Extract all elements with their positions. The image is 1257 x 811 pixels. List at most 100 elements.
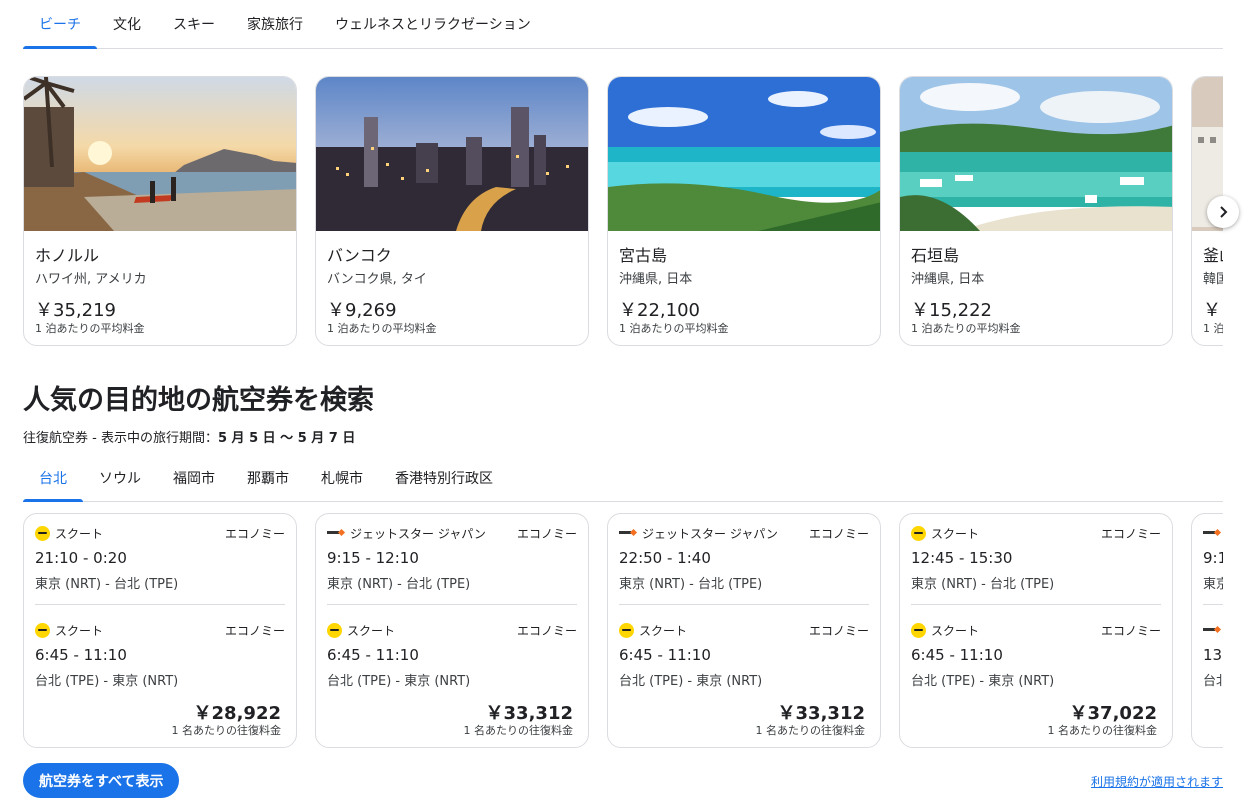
inbound-leg: 13: 台北 xyxy=(1203,622,1223,689)
price-note: 1 泊あたりの平均料金 xyxy=(619,322,729,335)
destination-location: 韓国 xyxy=(1203,272,1223,287)
flight-card[interactable]: スクート エコノミー 21:10 - 0:20 東京 (NRT) - 台北 (TP… xyxy=(23,513,297,748)
jetstar-logo-icon xyxy=(327,528,345,538)
show-all-flights-button[interactable]: 航空券をすべて表示 xyxy=(23,763,180,798)
outbound-leg: スクート エコノミー 12:45 - 15:30 東京 (NRT) - 台北 (T… xyxy=(911,525,1161,592)
tab-naha[interactable]: 那覇市 xyxy=(231,458,305,501)
section-subtitle: 往復航空券 - 表示中の旅行期間：5 月 5 日 〜 5 月 7 日 xyxy=(23,427,355,446)
terms-link[interactable]: 利用規約が適用されます xyxy=(1091,773,1223,790)
tab-taipei[interactable]: 台北 xyxy=(23,458,83,502)
flight-time: 6:45 - 11:10 xyxy=(619,646,711,664)
price-note: 1 泊あたりの平均料金 xyxy=(911,322,1021,335)
destination-location: バンコク県, タイ xyxy=(327,272,427,287)
tab-wellness[interactable]: ウェルネスとリラクゼーション xyxy=(319,0,547,48)
destination-name: バンコク xyxy=(327,246,392,265)
destination-card[interactable]: 宮古島 沖縄県, 日本 ￥22,100 1 泊あたりの平均料金 xyxy=(607,76,881,346)
cabin-class: エコノミー xyxy=(808,623,869,638)
flight-time: 13: xyxy=(1203,646,1223,664)
tab-hong-kong[interactable]: 香港特別行政区 xyxy=(379,458,509,501)
destination-card[interactable]: 石垣島 沖縄県, 日本 ￥15,222 1 泊あたりの平均料金 xyxy=(899,76,1173,346)
airline-name: スクート xyxy=(931,623,980,638)
destination-price: ￥22,100 xyxy=(619,300,700,321)
travel-dates: 5 月 5 日 〜 5 月 7 日 xyxy=(217,431,356,446)
destination-image xyxy=(900,77,1172,231)
scoot-logo-icon xyxy=(327,622,342,638)
destination-card[interactable]: ホノルル ハワイ州, アメリカ ￥35,219 1 泊あたりの平均料金 xyxy=(23,76,297,346)
subtitle-prefix: 往復航空券 - 表示中の旅行期間： xyxy=(23,431,218,446)
flight-time: 21:10 - 0:20 xyxy=(35,549,127,567)
cabin-class: エコノミー xyxy=(808,526,869,541)
flight-time: 9:15 xyxy=(1203,549,1223,567)
tab-seoul[interactable]: ソウル xyxy=(83,458,157,501)
flight-card[interactable]: ジェットスター ジャパン エコノミー 9:15 - 12:10 東京 (NRT) … xyxy=(315,513,589,748)
tab-family-travel[interactable]: 家族旅行 xyxy=(231,0,319,48)
cabin-class: エコノミー xyxy=(516,526,577,541)
divider xyxy=(327,604,577,605)
destination-price: ￥9,269 xyxy=(327,300,397,321)
price-note: 1 名あたりの往復料金 xyxy=(755,724,866,737)
price-note: 1 泊あたりの平均料金 xyxy=(327,322,437,335)
destination-card[interactable]: バンコク バンコク県, タイ ￥9,269 1 泊あたりの平均料金 xyxy=(315,76,589,346)
destination-image xyxy=(24,77,296,231)
destination-price: ￥35,219 xyxy=(35,300,116,321)
flight-card[interactable]: ジェットスター ジャパン エコノミー 22:50 - 1:40 東京 (NRT) … xyxy=(607,513,881,748)
outbound-leg: スクート エコノミー 21:10 - 0:20 東京 (NRT) - 台北 (TP… xyxy=(35,525,285,592)
destination-name: ホノルル xyxy=(35,246,100,265)
scoot-logo-icon xyxy=(911,622,926,638)
airline-name: ジェットスター ジャパン xyxy=(642,526,778,541)
price-note: 1 名あたりの往復料金 xyxy=(463,724,574,737)
destination-name: 宮古島 xyxy=(619,246,668,265)
section-title: 人気の目的地の航空券を検索 xyxy=(23,385,374,416)
airline-name: スクート xyxy=(931,526,980,541)
flight-route: 東京 (NRT) - 台北 (TPE) xyxy=(327,577,471,592)
cabin-class: エコノミー xyxy=(224,623,285,638)
flight-time: 6:45 - 11:10 xyxy=(327,646,419,664)
flight-card[interactable]: スクート エコノミー 12:45 - 15:30 東京 (NRT) - 台北 (T… xyxy=(899,513,1173,748)
flight-route: 東京 (NRT) - 台北 (TPE) xyxy=(911,577,1055,592)
jetstar-logo-icon xyxy=(1203,625,1221,635)
destination-price: ￥15,222 xyxy=(911,300,992,321)
divider xyxy=(35,604,285,605)
destination-price: ￥ xyxy=(1203,300,1221,321)
price-note: 1 名あたりの往復料金 xyxy=(171,724,282,737)
price-note: 1 名あたりの往復料金 xyxy=(1047,724,1158,737)
cabin-class: エコノミー xyxy=(224,526,285,541)
destination-image xyxy=(608,77,880,231)
tab-sapporo[interactable]: 札幌市 xyxy=(305,458,379,501)
flight-card[interactable]: 9:15 東京 13: 台北 xyxy=(1191,513,1223,748)
price-note: 1 泊あたりの平均料金 xyxy=(1203,322,1223,335)
tab-beach[interactable]: ビーチ xyxy=(23,0,97,49)
scoot-logo-icon xyxy=(35,525,50,541)
destination-location: ハワイ州, アメリカ xyxy=(35,272,147,287)
carousel-next-button[interactable] xyxy=(1207,196,1239,228)
outbound-leg: 9:15 東京 xyxy=(1203,525,1223,592)
flight-route: 東京 (NRT) - 台北 (TPE) xyxy=(619,577,763,592)
destination-image xyxy=(316,77,588,231)
category-tabs: ビーチ 文化 スキー 家族旅行 ウェルネスとリラクゼーション xyxy=(23,0,1223,49)
jetstar-logo-icon xyxy=(619,528,637,538)
destination-name: 釜山 xyxy=(1203,246,1223,265)
tab-culture[interactable]: 文化 xyxy=(97,0,157,48)
flight-route: 台北 xyxy=(1203,674,1223,689)
destination-location: 沖縄県, 日本 xyxy=(619,272,693,287)
cabin-class: エコノミー xyxy=(1100,526,1161,541)
scoot-logo-icon xyxy=(911,525,926,541)
scoot-logo-icon xyxy=(619,622,634,638)
cabin-class: エコノミー xyxy=(1100,623,1161,638)
inbound-leg: スクート エコノミー 6:45 - 11:10 台北 (TPE) - 東京 (NR… xyxy=(619,622,869,689)
destination-location: 沖縄県, 日本 xyxy=(911,272,985,287)
flight-time: 6:45 - 11:10 xyxy=(35,646,127,664)
tab-ski[interactable]: スキー xyxy=(157,0,231,48)
inbound-leg: スクート エコノミー 6:45 - 11:10 台北 (TPE) - 東京 (NR… xyxy=(35,622,285,689)
chevron-right-icon xyxy=(1220,206,1228,218)
flight-time: 6:45 - 11:10 xyxy=(911,646,1003,664)
outbound-leg: ジェットスター ジャパン エコノミー 9:15 - 12:10 東京 (NRT) … xyxy=(327,525,577,592)
flight-route: 台北 (TPE) - 東京 (NRT) xyxy=(327,674,471,689)
inbound-leg: スクート エコノミー 6:45 - 11:10 台北 (TPE) - 東京 (NR… xyxy=(327,622,577,689)
flight-route: 台北 (TPE) - 東京 (NRT) xyxy=(911,674,1055,689)
tab-fukuoka[interactable]: 福岡市 xyxy=(157,458,231,501)
flight-time: 22:50 - 1:40 xyxy=(619,549,711,567)
inbound-leg: スクート エコノミー 6:45 - 11:10 台北 (TPE) - 東京 (NR… xyxy=(911,622,1161,689)
airline-name: スクート xyxy=(55,623,104,638)
city-tabs: 台北 ソウル 福岡市 那覇市 札幌市 香港特別行政区 xyxy=(23,458,1223,502)
